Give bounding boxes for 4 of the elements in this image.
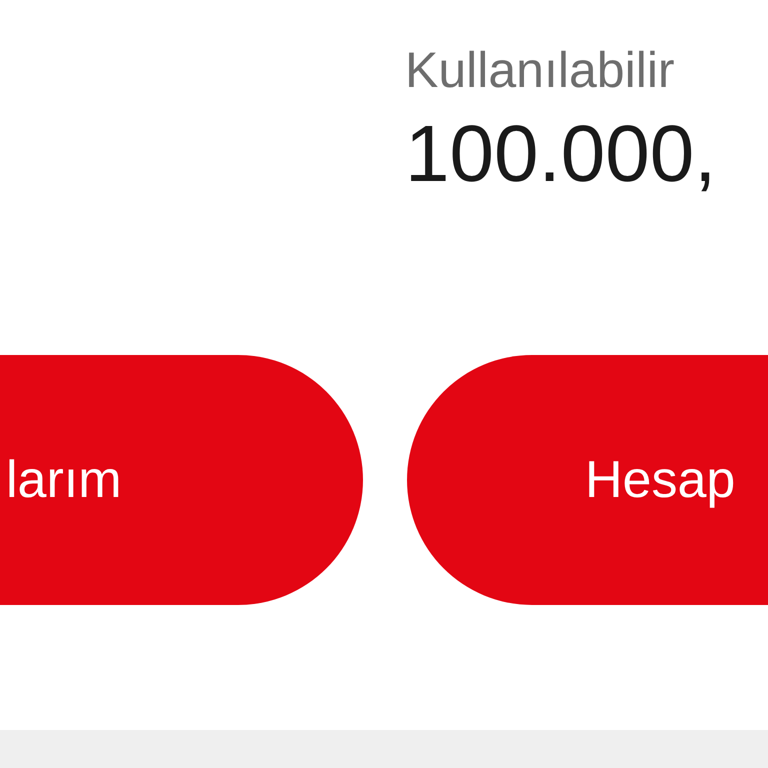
balance-label: Kullanılabilir xyxy=(405,41,675,100)
menu-button[interactable]: Hesap xyxy=(407,355,768,605)
balance-amount: 100.000, xyxy=(405,108,716,200)
menu-button[interactable]: larım xyxy=(0,355,363,605)
